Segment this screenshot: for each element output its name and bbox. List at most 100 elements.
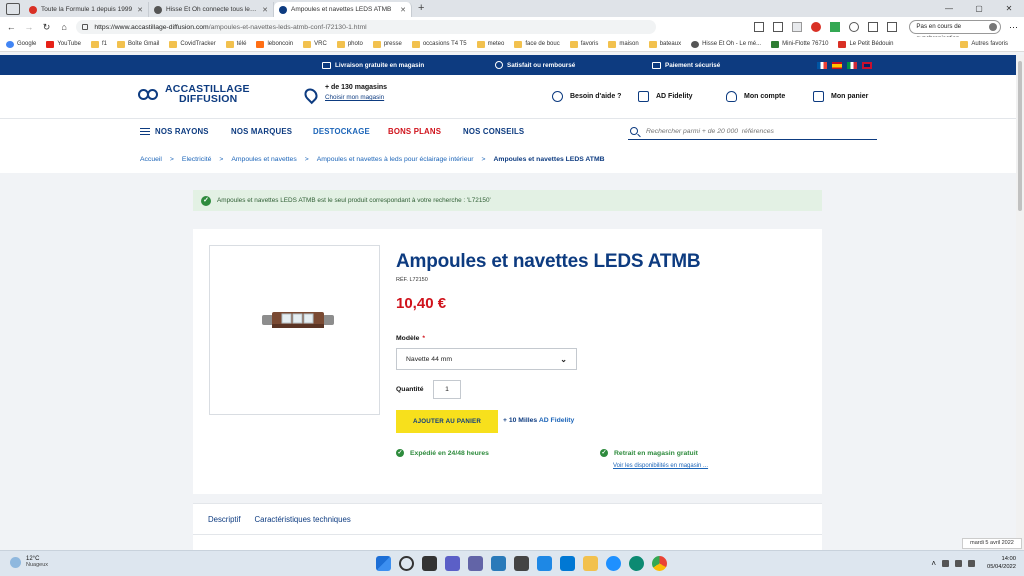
opera-icon[interactable] — [811, 22, 822, 32]
bookmark-presse[interactable]: presse — [372, 40, 402, 48]
back-icon[interactable]: ← — [6, 22, 17, 32]
scrollbar-thumb[interactable] — [1018, 61, 1022, 211]
breadcrumb-electricite[interactable]: Electricité — [182, 156, 211, 163]
sync-status-button[interactable]: Pas en cours de synchronisation — [909, 20, 1002, 42]
check-extension-icon[interactable] — [830, 22, 841, 32]
model-select[interactable]: Navette 44 mm ⌄ — [396, 348, 577, 370]
breadcrumb-home[interactable]: Accueil — [140, 156, 162, 163]
minimize-icon[interactable]: — — [934, 0, 964, 17]
bookmark-f1[interactable]: f1 — [90, 40, 107, 48]
new-tab-icon[interactable]: + — [418, 2, 424, 14]
nav-rayons[interactable]: NOS RAYONS — [140, 127, 209, 136]
alert-text: Ampoules et navettes LEDS ATMB est le se… — [217, 197, 491, 204]
nav-destockage[interactable]: DESTOCKAGE — [313, 127, 370, 136]
volume-icon[interactable] — [954, 559, 962, 567]
chrome-icon[interactable] — [652, 556, 667, 571]
bookmark-favoris[interactable]: favoris — [569, 40, 598, 48]
windows-start-icon[interactable] — [376, 556, 391, 571]
flag-fr-icon[interactable] — [817, 61, 827, 69]
edge-icon[interactable] — [629, 556, 644, 571]
bookmark-face-de-bouc[interactable]: face de bouc — [514, 40, 560, 48]
bookmark-tele[interactable]: télé — [225, 40, 246, 48]
page-scrollbar[interactable] — [1016, 55, 1024, 550]
battery-icon[interactable] — [967, 559, 975, 567]
choose-store-link[interactable]: Choisir mon magasin — [325, 94, 384, 101]
close-tab-icon[interactable]: ✕ — [137, 6, 143, 14]
bookmark-meteo[interactable]: meteo — [476, 40, 504, 48]
clock[interactable]: 14:00 05/04/2022 — [987, 555, 1016, 571]
mail-icon[interactable] — [491, 556, 506, 571]
flag-it-icon[interactable] — [847, 61, 857, 69]
flag-uk-icon[interactable] — [862, 61, 872, 69]
file-explorer-icon[interactable] — [583, 556, 598, 571]
search-icon[interactable] — [630, 127, 638, 135]
bookmark-label: maison — [619, 41, 639, 47]
weather-widget[interactable]: 12°C Nuageux — [10, 556, 48, 568]
extension-icon[interactable] — [792, 22, 803, 32]
search-icon[interactable] — [399, 556, 414, 571]
tab-actions-icon[interactable] — [6, 3, 20, 15]
widgets-icon[interactable] — [445, 556, 460, 571]
store-availability-link[interactable]: Voir les disponibilités en magasin ... — [613, 463, 708, 469]
calendar-icon[interactable] — [514, 556, 529, 571]
bookmark-mini-flotte[interactable]: Mini-Flotte 76710 — [771, 40, 828, 48]
refresh-icon[interactable]: ↻ — [41, 22, 52, 33]
close-tab-icon[interactable]: ✕ — [262, 6, 268, 14]
folder-icon — [411, 40, 420, 48]
cart-link[interactable]: Mon panier — [813, 91, 868, 102]
bookmark-vrc[interactable]: VRC — [303, 40, 327, 48]
account-link[interactable]: Mon compte — [726, 91, 785, 102]
bookmark-other-favorites[interactable]: Autres favoris — [960, 40, 1008, 48]
bookmark-bateaux[interactable]: bateaux — [648, 40, 681, 48]
bookmark-photo[interactable]: photo — [336, 40, 363, 48]
read-aloud-icon[interactable] — [754, 22, 765, 32]
bookmark-gmail[interactable]: Boîte Gmail — [116, 40, 159, 48]
network-icon[interactable] — [941, 559, 949, 567]
breadcrumb-leds-interieur[interactable]: Ampoules et navettes à leds pour éclaira… — [317, 156, 474, 163]
site-logo[interactable]: ACCASTILLAGE DIFFUSION — [138, 84, 250, 104]
chevron-up-icon[interactable]: ˄ — [931, 559, 936, 568]
nav-conseils[interactable]: NOS CONSEILS — [463, 127, 524, 136]
bookmark-youtube[interactable]: YouTube — [46, 40, 81, 48]
bookmark-google[interactable]: Google — [6, 40, 36, 48]
bookmark-leboncoin[interactable]: leboncoin — [256, 40, 293, 48]
favorites-icon[interactable] — [868, 22, 879, 32]
store-icon[interactable] — [560, 556, 575, 571]
more-menu-icon[interactable]: ⋯ — [1009, 22, 1018, 33]
close-tab-icon[interactable]: ✕ — [400, 6, 406, 14]
browser-tab-active[interactable]: Ampoules et navettes LEDS ATMB ✕ — [274, 2, 412, 17]
close-window-icon[interactable]: ✕ — [994, 0, 1024, 17]
fidelity-link[interactable]: AD Fidelity — [638, 91, 693, 102]
search-input[interactable] — [646, 127, 866, 135]
teams-icon[interactable] — [468, 556, 483, 571]
folder-icon — [169, 40, 178, 48]
home-icon[interactable]: ⌂ — [59, 22, 70, 32]
tab-caracteristiques[interactable]: Caractéristiques techniques — [255, 515, 351, 524]
bookmark-maison[interactable]: maison — [608, 40, 639, 48]
bookmark-petit-bedouin[interactable]: Le Petit Bédouin — [838, 40, 894, 48]
product-image[interactable] — [209, 245, 380, 415]
edge-dev-icon[interactable] — [606, 556, 621, 571]
add-to-cart-button[interactable]: AJOUTER AU PANIER — [396, 410, 498, 433]
collections-icon[interactable] — [887, 22, 898, 32]
photos-icon[interactable] — [537, 556, 552, 571]
qr-icon[interactable] — [773, 22, 784, 32]
task-view-icon[interactable] — [422, 556, 437, 571]
flag-es-icon[interactable] — [832, 61, 842, 69]
url-field[interactable]: https://www.accastillage-diffusion.com/a… — [76, 20, 657, 34]
help-link[interactable]: Besoin d'aide ? — [552, 91, 621, 102]
quantity-input[interactable]: 1 — [433, 380, 461, 399]
tab-descriptif[interactable]: Descriptif — [208, 515, 241, 524]
refresh-extension-icon[interactable] — [849, 22, 860, 32]
bookmark-covidtracker[interactable]: CovidTracker — [169, 40, 216, 48]
nav-bons-plans[interactable]: BONS PLANS — [388, 127, 441, 136]
browser-tab-hisse[interactable]: Hisse Et Oh connecte tous les ja ✕ — [149, 2, 274, 17]
maximize-icon[interactable]: ▢ — [964, 0, 994, 17]
google-icon — [6, 40, 14, 48]
nav-marques[interactable]: NOS MARQUES — [231, 127, 292, 136]
breadcrumb-ampoules[interactable]: Ampoules et navettes — [231, 156, 296, 163]
forward-icon[interactable]: → — [24, 22, 35, 32]
browser-tab-f1[interactable]: Toute la Formule 1 depuis 1999 ✕ — [24, 2, 149, 17]
bookmark-occasions[interactable]: occasions T4 T5 — [411, 40, 467, 48]
bookmark-hisse[interactable]: Hisse Et Oh - Le mé... — [691, 40, 761, 48]
